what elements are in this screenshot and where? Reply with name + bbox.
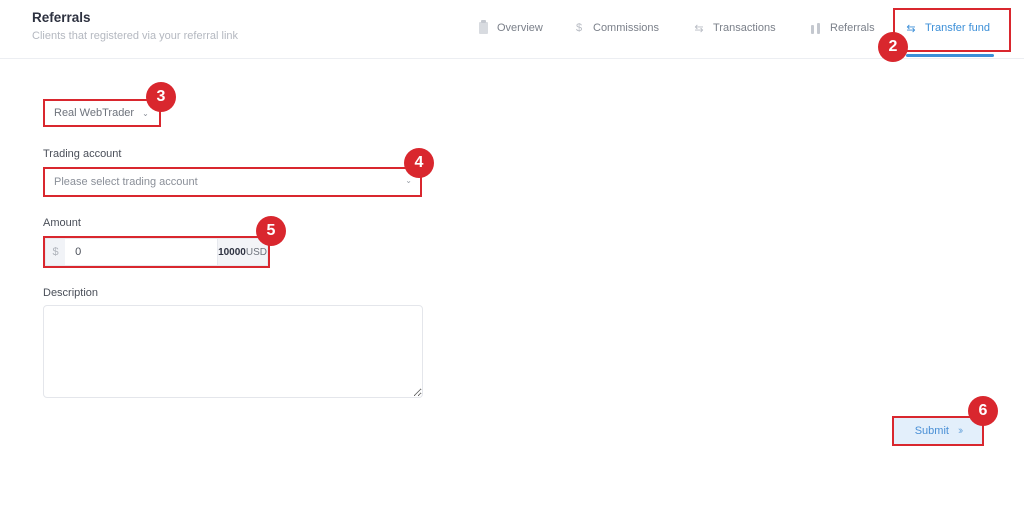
tab-label: Overview xyxy=(497,22,543,34)
chevron-down-icon: ⌄ xyxy=(405,176,412,185)
clipboard-icon xyxy=(477,20,489,35)
amount-label: Amount xyxy=(43,217,81,229)
exchange-arrows-icon: ⇆ xyxy=(694,22,704,35)
tab-transactions[interactable]: ⇆ Transactions xyxy=(693,18,776,38)
currency-label: USD xyxy=(245,246,267,258)
chevrons-right-icon: ›› xyxy=(957,425,964,437)
bar-chart-icon xyxy=(810,21,822,35)
max-amount-value: 10000 xyxy=(218,246,246,258)
annotation-badge-2: 2 xyxy=(878,32,908,62)
max-amount: 10000 USD xyxy=(217,239,267,265)
page-title: Referrals xyxy=(32,10,91,25)
platform-select-value: Real WebTrader xyxy=(54,107,135,119)
tab-commissions[interactable]: $ Commissions xyxy=(573,18,659,38)
tab-label: Commissions xyxy=(593,22,660,34)
amount-input[interactable] xyxy=(65,239,218,265)
tab-referrals[interactable]: Referrals xyxy=(810,18,875,38)
trading-account-placeholder: Please select trading account xyxy=(54,176,198,188)
annotation-badge-4: 4 xyxy=(404,148,434,178)
tab-overview[interactable]: Overview xyxy=(477,18,543,38)
platform-select[interactable]: Real WebTrader ⌄ xyxy=(45,101,159,125)
trading-account-label: Trading account xyxy=(43,148,122,160)
page-header: Referrals Clients that registered via yo… xyxy=(0,0,1024,59)
submit-button[interactable]: Submit ›› xyxy=(894,418,982,444)
exchange-arrows-icon: ⇆ xyxy=(906,22,916,35)
submit-label: Submit xyxy=(914,425,949,437)
chevron-down-icon: ⌄ xyxy=(142,108,149,118)
active-tab-indicator xyxy=(906,54,994,57)
dollar-icon: $ xyxy=(575,22,583,34)
tab-transfer-fund[interactable]: ⇆ Transfer fund xyxy=(905,18,990,38)
annotation-badge-3: 3 xyxy=(146,82,176,112)
description-textarea[interactable] xyxy=(43,305,423,398)
annotation-badge-5: 5 xyxy=(256,216,286,246)
tab-label: Referrals xyxy=(830,22,875,34)
description-label: Description xyxy=(43,287,99,299)
page-subtitle: Clients that registered via your referra… xyxy=(32,30,239,42)
tab-label: Transactions xyxy=(713,22,776,34)
trading-account-select[interactable]: Please select trading account ⌄ xyxy=(45,169,420,195)
amount-input-group: $ 10000USD xyxy=(45,238,268,266)
tab-label: Transfer fund xyxy=(925,22,991,34)
annotation-badge-6: 6 xyxy=(968,396,998,426)
dollar-icon: $ xyxy=(46,239,66,265)
